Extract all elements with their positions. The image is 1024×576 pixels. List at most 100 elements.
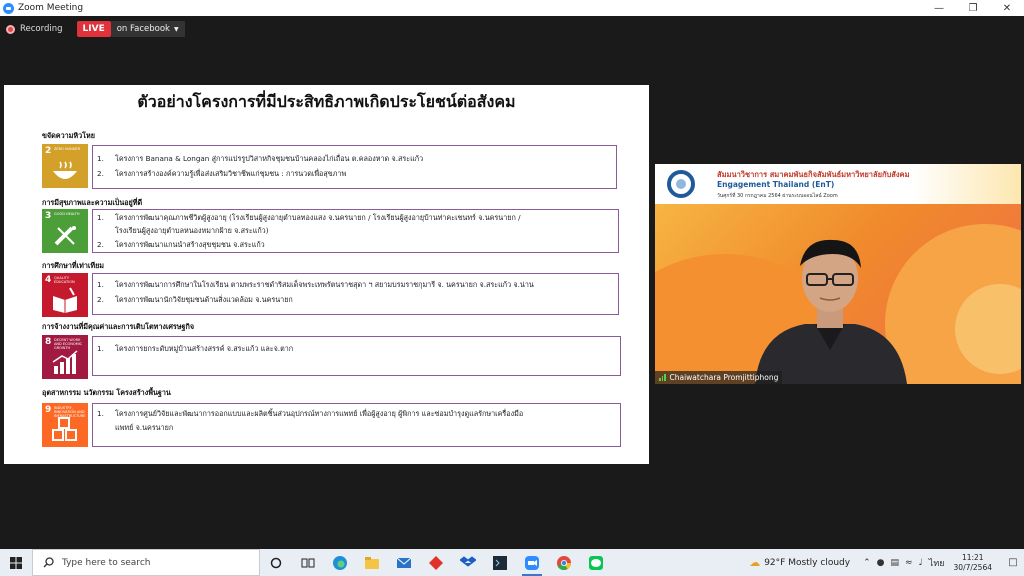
notification-center-button[interactable]: □	[1002, 557, 1024, 568]
search-placeholder: Type here to search	[62, 557, 151, 568]
taskbar-app-terminal[interactable]	[484, 549, 516, 576]
folder-icon	[365, 556, 379, 569]
cubes-icon	[52, 417, 77, 441]
sdg-number: 9	[45, 405, 52, 415]
taskbar-app-file-explorer[interactable]	[356, 549, 388, 576]
live-target-dropdown[interactable]: on Facebook ▼	[110, 21, 185, 37]
windows-logo-icon	[10, 556, 22, 569]
list-item: 1. โครงการศูนย์วิจัยและพัฒนาการออกแบบและผ…	[97, 409, 524, 418]
list-item: 2. โครงการสร้างองค์ความรู้เพื่อส่งเสริมวิ…	[97, 169, 347, 178]
sdg-number: 2	[45, 146, 52, 156]
sdg-9-tile: 9 INDUSTRY, INNOVATION AND INFRASTRUCTUR…	[42, 403, 88, 447]
live-badge: LIVE	[76, 21, 111, 37]
list-item: โรงเรียนผู้สูงอายุตำบลหนองหมากฝ้าย จ.สระ…	[115, 226, 269, 235]
participant-name: Chaiwatchara Promjittiphong	[669, 373, 779, 382]
system-clock[interactable]: 11:21 30/7/2564	[954, 553, 992, 573]
live-target-label: on Facebook	[116, 24, 170, 34]
taskbar-app-zoom[interactable]	[516, 549, 548, 576]
cortana-button[interactable]	[260, 549, 292, 576]
chrome-icon	[557, 555, 571, 570]
system-tray: ☁ 92°F Mostly cloudy ⌃ ● ▤ ≈ ♩ ไทย 11:21…	[749, 549, 1024, 576]
minimize-button[interactable]: —	[922, 0, 956, 16]
zoom-app-icon	[3, 2, 14, 14]
sdg-2-tile: 2 ZERO HUNGER	[42, 144, 88, 188]
list-item: 1. โครงการพัฒนาการศึกษาในโรงเรียน ตามพระร…	[97, 280, 534, 289]
participant-silhouette	[755, 239, 907, 384]
section-heading: อุตสาหกรรม นวัตกรรม โครงสร้างพื้นฐาน	[42, 388, 171, 397]
participant-name-bar: Chaiwatchara Promjittiphong	[655, 371, 783, 384]
recording-icon	[6, 24, 15, 34]
window-titlebar: Zoom Meeting — ❐ ✕	[0, 0, 1024, 16]
section-box	[92, 145, 617, 189]
section-box	[92, 336, 621, 376]
shared-screen-slide: ตัวอย่างโครงการที่มีประสิทธิภาพเกิดประโย…	[4, 85, 649, 464]
network-icon[interactable]: ▤	[890, 558, 899, 568]
recording-label: Recording	[20, 24, 63, 34]
list-item: 2. โครงการพัฒนาแกนนำสร้างสุขชุมชน จ.สระแก…	[97, 240, 265, 249]
cloud-icon: ☁	[749, 556, 761, 569]
section-heading: การมีสุขภาพและความเป็นอยู่ที่ดี	[42, 198, 143, 207]
taskbar-app-chrome[interactable]	[548, 549, 580, 576]
sdg-label: ZERO HUNGER	[54, 147, 81, 151]
microphone-icon[interactable]: ●	[877, 558, 885, 568]
edge-icon	[333, 555, 347, 570]
taskbar-search-input[interactable]: Type here to search	[32, 549, 260, 576]
section-heading: การศึกษาที่เท่าเทียม	[42, 261, 105, 270]
list-item: 1. โครงการ Banana & Longan สู่การแปรรูปวิ…	[97, 154, 424, 163]
search-icon	[43, 557, 54, 568]
banner-line-3: วันศุกร์ที่ 30 กรกฎาคม 2564 ผ่านระบบออนไ…	[717, 193, 838, 199]
zoom-icon	[525, 555, 539, 570]
notification-icon: □	[1008, 557, 1018, 568]
slide-title: ตัวอย่างโครงการที่มีประสิทธิภาพเกิดประโย…	[137, 92, 516, 111]
section-heading: ขจัดความหิวโหย	[42, 131, 95, 140]
book-icon	[53, 287, 77, 313]
close-button[interactable]: ✕	[990, 0, 1024, 16]
banner-line-2: Engagement Thailand (EnT)	[717, 180, 835, 189]
task-view-button[interactable]	[292, 549, 324, 576]
section-heading: การจ้างงานที่มีคุณค่าและการเติบโตทางเศรษ…	[42, 322, 195, 331]
list-item: 1. โครงการพัฒนาคุณภาพชีวิตผู้สูงอายุ (โรง…	[97, 213, 521, 222]
windows-taskbar: Type here to search ☁ 92°F Mostly cloudy…	[0, 549, 1024, 576]
start-button[interactable]	[0, 549, 32, 576]
event-banner: สัมมนาวิชาการ สมาคมพันธกิจสัมพันธ์มหาวิท…	[655, 164, 1021, 204]
taskbar-app-red-diamond[interactable]	[420, 549, 452, 576]
taskbar-app-line[interactable]	[580, 549, 612, 576]
growth-chart-icon	[52, 350, 78, 374]
taskbar-app-edge[interactable]	[324, 549, 356, 576]
participant-video-tile[interactable]: สัมมนาวิชาการ สมาคมพันธกิจสัมพันธ์มหาวิท…	[655, 164, 1021, 384]
clock-time: 11:21	[961, 552, 984, 562]
taskbar-app-mail[interactable]	[388, 549, 420, 576]
weather-widget[interactable]: ☁ 92°F Mostly cloudy	[749, 556, 850, 569]
maximize-button[interactable]: ❐	[956, 0, 990, 16]
signal-strength-icon	[659, 374, 666, 381]
sdg-label: GOOD HEALTH	[54, 212, 80, 216]
language-indicator[interactable]: ไทย	[929, 556, 945, 570]
mail-icon	[396, 557, 412, 568]
clock-date: 30/7/2564	[953, 562, 992, 572]
health-icon	[54, 226, 76, 246]
list-item: 2. โครงการพัฒนานักวิจัยชุมชนด้านสิ่งแวดล้…	[97, 295, 293, 304]
task-view-icon	[301, 558, 315, 567]
volume-icon[interactable]: ♩	[919, 558, 923, 568]
sdg-8-tile: 8 DECENT WORK AND ECONOMIC GROWTH	[42, 335, 88, 379]
window-title: Zoom Meeting	[18, 3, 84, 13]
taskbar-app-dropbox[interactable]	[452, 549, 484, 576]
dropbox-icon	[460, 555, 476, 567]
wifi-icon[interactable]: ≈	[905, 558, 913, 568]
sdg-number: 4	[45, 275, 52, 285]
caret-down-icon: ▼	[173, 25, 179, 33]
list-item: แพทย์ จ.นครนายก	[115, 423, 174, 432]
terminal-icon	[493, 555, 507, 570]
sdg-label: QUALITY EDUCATION	[54, 276, 75, 284]
bowl-icon	[53, 161, 77, 179]
sdg-number: 3	[45, 211, 52, 221]
cortana-circle-icon	[270, 557, 282, 568]
sdg-4-tile: 4 QUALITY EDUCATION	[42, 273, 88, 317]
list-item: 1. โครงการยกระดับหมู่บ้านสร้างสรรค์ จ.สระ…	[97, 344, 294, 353]
line-icon	[589, 555, 603, 570]
diamond-app-icon	[429, 555, 443, 570]
sdg-3-tile: 3 GOOD HEALTH	[42, 209, 88, 253]
weather-text: 92°F Mostly cloudy	[764, 557, 851, 568]
ent-logo-icon	[667, 170, 695, 198]
chevron-up-icon[interactable]: ⌃	[863, 558, 871, 568]
